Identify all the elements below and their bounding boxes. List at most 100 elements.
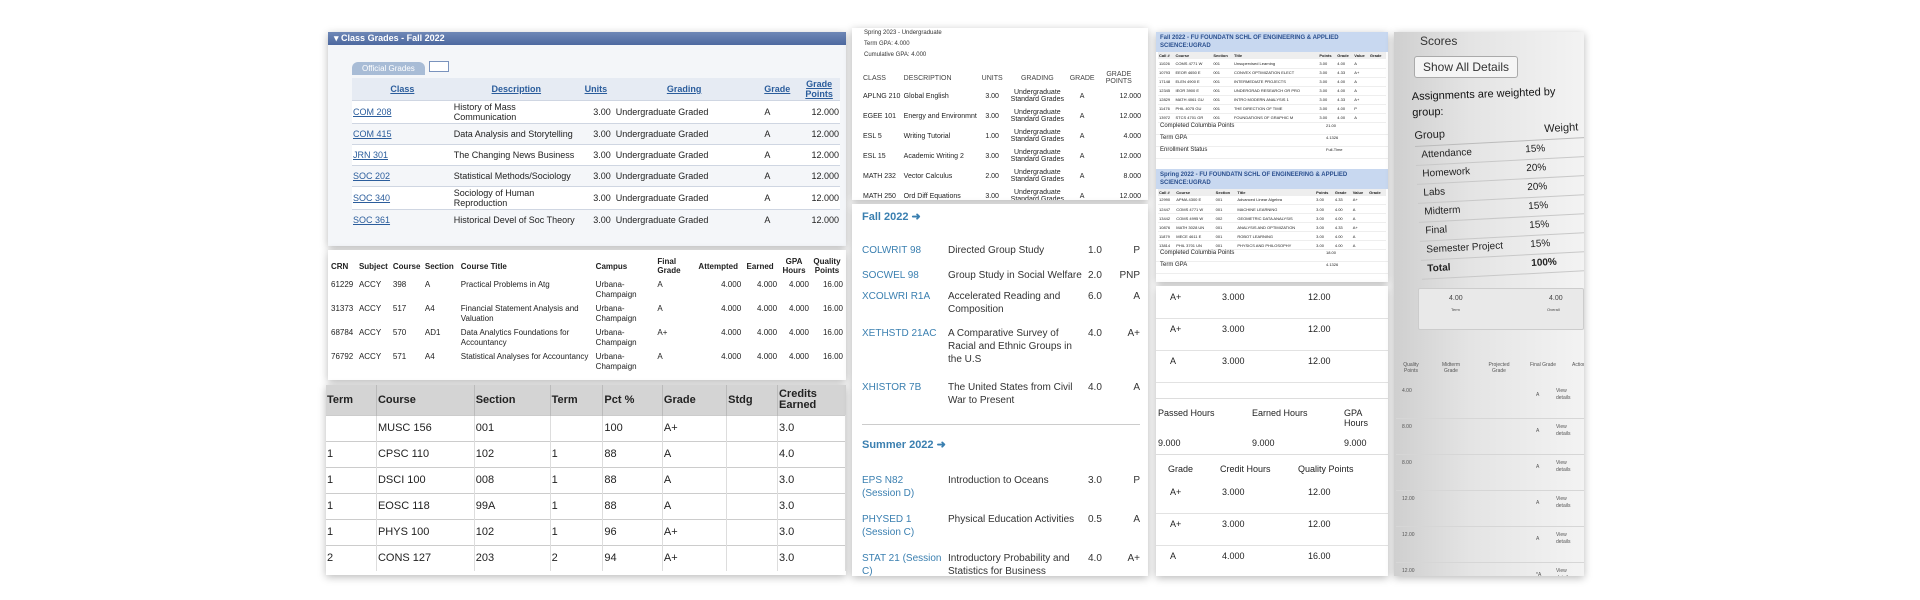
- course-code-link[interactable]: PHYSED 1 (Session C): [862, 513, 942, 539]
- description-cell: The Changing News Business: [453, 150, 575, 160]
- table-row: 31373 ACCY 517 A4 Financial Statement Analys…: [330, 302, 844, 326]
- class-link[interactable]: SOC 361: [352, 210, 453, 231]
- title-cell: MACHINE LEARNING: [1237, 206, 1278, 212]
- grading-cell: Undergraduate Graded: [615, 150, 709, 160]
- view-details-link[interactable]: View details: [1556, 424, 1580, 438]
- group-name: Semester Project: [1426, 240, 1504, 256]
- course-code-link[interactable]: COLWRIT 98: [862, 244, 942, 257]
- call-cell: 13814: [1159, 242, 1171, 248]
- class-cell: APLNG 210: [863, 92, 901, 100]
- term2-cell: 1: [550, 467, 604, 493]
- spring-2022-courses: Call # Course Section Title Points Grade Value…: [1158, 188, 1386, 251]
- grading-cell: Undergraduate Standard Grades: [1010, 109, 1064, 123]
- course-code-link[interactable]: STAT 21 (Session C): [862, 552, 942, 576]
- credits-cell: 3.0: [777, 415, 846, 441]
- table-row: APLNG 210 Global English 3.00 Undergraduate…: [862, 86, 1142, 106]
- view-details-link[interactable]: View details: [1556, 496, 1580, 510]
- course-code-link[interactable]: SOCWEL 98: [862, 269, 942, 282]
- grade-row: A+ 3.000 12.00: [1156, 513, 1388, 546]
- final-grade-cell: A: [1536, 500, 1540, 506]
- pts-cell: 3.00: [1316, 233, 1324, 239]
- mini-col-label: Points: [1319, 53, 1332, 58]
- course-code-link[interactable]: XCOLWRI R1A: [862, 290, 942, 303]
- view-details-link[interactable]: View details: [1556, 568, 1580, 576]
- pts-cell: 3.00: [1316, 206, 1324, 212]
- units-cell: 3.00: [593, 215, 611, 226]
- col-grade[interactable]: Grade: [756, 78, 798, 101]
- sec-cell: 001: [1213, 115, 1221, 120]
- val-cell: 4.33: [1337, 97, 1346, 102]
- course-title: Directed Group Study: [948, 245, 1045, 256]
- col-grade: GRADE: [1069, 74, 1095, 82]
- course-code-link[interactable]: XHISTOR 7B: [862, 381, 942, 394]
- grade-cell: A+: [1127, 328, 1140, 339]
- group-name: Final: [1425, 224, 1448, 237]
- cumulative-gpa: Cumulative GPA: 4.000: [864, 52, 927, 58]
- description-cell: Energy and Environmnt: [903, 112, 977, 120]
- view-details-link[interactable]: View details: [1556, 460, 1580, 474]
- val-cell: 4.00: [1337, 115, 1346, 120]
- mini-col-label: Section: [1215, 189, 1231, 195]
- class-link[interactable]: JRN 301: [352, 145, 453, 166]
- crn-cell: 31373: [331, 304, 354, 313]
- col-grading[interactable]: Grading: [612, 78, 757, 101]
- term2-cell: 1: [550, 441, 604, 467]
- grade-cell: A: [657, 304, 663, 313]
- quality-points-cell: 12.00: [1308, 324, 1331, 334]
- title-cell: INTRO MODERN ANALYSIS 1: [1233, 97, 1289, 102]
- class-cell: MATH 250: [863, 192, 896, 200]
- view-details-link[interactable]: View details: [1556, 532, 1580, 546]
- section-cell: 008: [474, 467, 551, 493]
- tab-other[interactable]: [429, 61, 450, 73]
- weight-value: 15%: [1527, 200, 1549, 213]
- class-link[interactable]: SOC 202: [352, 166, 453, 187]
- col-final-grade: Final Grade: [657, 257, 681, 275]
- mini-col-label: Call #: [1159, 189, 1170, 195]
- grade-cell: A: [1170, 356, 1177, 366]
- units-cell: 2.0: [1088, 270, 1102, 281]
- table-row: 1 DSCI 100 008 1 88 A 3.0: [326, 467, 846, 493]
- class-link[interactable]: SOC 340: [352, 187, 453, 210]
- call-cell: 11879: [1159, 233, 1170, 239]
- final-grade-cell: A: [1536, 464, 1540, 470]
- description-cell: Historical Devel of Soc Theory: [453, 215, 575, 226]
- table-row: JRN 301 The Changing News Business 3.00 Und…: [352, 144, 840, 166]
- show-all-details-button[interactable]: Show All Details: [1414, 56, 1519, 78]
- col-stdg: Stdg: [726, 385, 778, 415]
- course-cell: 571: [392, 352, 407, 361]
- table-row: 17148 ELEN 4900 E 001 INTERMEDIATE PROJECTS…: [1158, 77, 1386, 86]
- campus-cell: Urbana-Champaign: [595, 328, 637, 347]
- grade-cell: A: [1133, 382, 1140, 393]
- grade-points-cell: 12.000: [1119, 152, 1141, 160]
- class-link[interactable]: COM 208: [352, 101, 453, 124]
- chevron-right-icon[interactable]: ➜: [937, 439, 946, 451]
- title-cell: ANALYSIS AND OPTIMIZATION: [1237, 224, 1296, 230]
- collapse-icon[interactable]: ▾: [334, 33, 339, 43]
- view-details-link[interactable]: View details: [1556, 388, 1580, 402]
- tab-official-grades[interactable]: Official Grades: [352, 62, 425, 75]
- course-grid: Term Course Section Term Pct % Grade Std…: [326, 385, 846, 571]
- class-link[interactable]: COM 415: [352, 124, 453, 145]
- sec-cell: A4: [424, 352, 435, 361]
- hours-panel: A+ 3.000 12.00 A+ 3.000 12.00 A 3.000 12.00 Pass…: [1156, 286, 1388, 576]
- grade-row: A+ 3.000 12.00: [1156, 481, 1388, 514]
- fall-2022-link[interactable]: Fall 2022: [862, 211, 908, 223]
- col-description[interactable]: Description: [453, 78, 580, 101]
- course-cell: 398: [392, 280, 407, 289]
- col-class[interactable]: Class: [352, 78, 453, 101]
- col-units[interactable]: Units: [580, 78, 612, 101]
- overall-gpa-value: 4.00: [1549, 295, 1563, 302]
- pct-cell: 94: [602, 545, 663, 571]
- sec-cell: A4: [424, 304, 435, 313]
- summer-2022-link[interactable]: Summer 2022: [862, 439, 934, 451]
- chevron-right-icon[interactable]: ➜: [912, 211, 921, 223]
- quality-points-cell: 12.00: [1402, 532, 1415, 538]
- course-code-link[interactable]: XETHSTD 21AC: [862, 327, 942, 340]
- grade-cell: A: [1079, 152, 1085, 160]
- weighted-scores-panel: Scores Show All Details Assignments are …: [1394, 32, 1584, 576]
- col-grade-points[interactable]: Grade Points: [798, 78, 840, 101]
- panel-header[interactable]: ▾ Class Grades - Fall 2022: [328, 32, 846, 45]
- grade-cell: A: [1170, 551, 1177, 561]
- weight-value: 15%: [1529, 238, 1551, 251]
- course-code-link[interactable]: EPS N82 (Session D): [862, 474, 942, 500]
